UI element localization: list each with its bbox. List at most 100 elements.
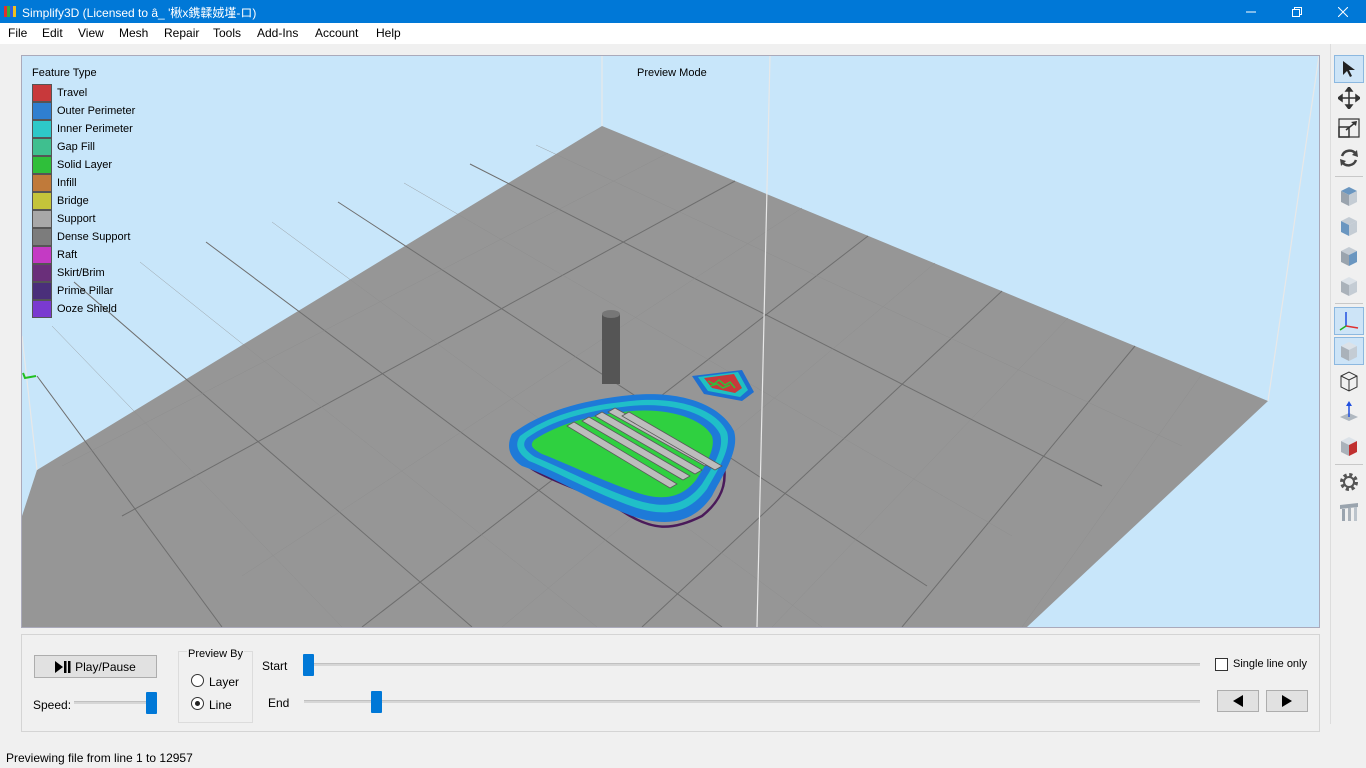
legend-item-outer-perimeter: Outer Perimeter	[32, 102, 152, 120]
solid-view-button[interactable]	[1334, 337, 1364, 365]
legend-item-prime-pillar: Prime Pillar	[32, 282, 152, 300]
legend-label: Dense Support	[57, 231, 131, 243]
feature-type-legend: Travel Outer Perimeter Inner Perimeter G…	[32, 84, 152, 318]
scale-button[interactable]	[1334, 114, 1364, 142]
menu-bar: File Edit View Mesh Repair Tools Add-Ins…	[0, 23, 1366, 44]
preview-by-layer-label: Layer	[209, 675, 240, 689]
window-title: Simplify3D (Licensed to â_ '楸x鎸韖娀墐-ロ)	[22, 6, 257, 20]
legend-swatch	[32, 120, 52, 138]
menu-help[interactable]: Help	[376, 26, 401, 40]
right-toolbar	[1330, 44, 1366, 724]
select-arrow-icon	[1343, 61, 1355, 77]
wireframe-view-button[interactable]	[1334, 367, 1364, 395]
legend-item-solid-layer: Solid Layer	[32, 156, 152, 174]
minimize-button[interactable]	[1228, 0, 1274, 23]
legend-label: Prime Pillar	[57, 285, 114, 297]
speed-slider-track[interactable]	[74, 701, 154, 704]
legend-swatch	[32, 264, 52, 282]
legend-swatch	[32, 282, 52, 300]
arrow-left-icon	[1233, 695, 1243, 707]
legend-item-inner-perimeter: Inner Perimeter	[32, 120, 152, 138]
play-pause-button[interactable]: Play/Pause	[34, 655, 157, 678]
menu-tools[interactable]: Tools	[213, 26, 241, 40]
speed-label: Speed:	[33, 698, 72, 712]
legend-label: Skirt/Brim	[57, 267, 105, 279]
legend-item-support: Support	[32, 210, 152, 228]
preview-by-layer-radio[interactable]	[191, 674, 204, 687]
legend-swatch	[32, 192, 52, 210]
view-top-button[interactable]	[1334, 182, 1364, 210]
move-icon	[1338, 87, 1360, 109]
arrow-right-icon	[1282, 695, 1292, 707]
settings-button[interactable]	[1334, 468, 1364, 496]
start-slider-thumb[interactable]	[303, 654, 314, 676]
legend-label: Inner Perimeter	[57, 123, 133, 135]
legend-label: Infill	[57, 177, 77, 189]
menu-mesh[interactable]: Mesh	[119, 26, 148, 40]
cross-section-icon	[1341, 437, 1357, 456]
start-label: Start	[262, 659, 288, 673]
view-iso-icon	[1341, 277, 1357, 296]
toolbar-separator	[1335, 303, 1363, 304]
step-back-button[interactable]	[1217, 690, 1259, 712]
cross-section-button[interactable]	[1334, 432, 1364, 460]
menu-add-ins[interactable]: Add-Ins	[257, 26, 298, 40]
preview-controls-panel: Play/Pause Speed: Preview By Layer Line …	[21, 634, 1320, 732]
menu-view[interactable]: View	[78, 26, 104, 40]
preview-by-line-label: Line	[209, 698, 232, 712]
supports-button[interactable]	[1334, 498, 1364, 526]
close-icon	[1338, 6, 1348, 17]
preview-viewport[interactable]: Feature Type Preview Mode Travel Outer P…	[21, 55, 1320, 628]
legend-label: Ooze Shield	[57, 303, 117, 315]
legend-label: Bridge	[57, 195, 89, 207]
view-side-button[interactable]	[1334, 242, 1364, 270]
single-line-only-label: Single line only	[1233, 658, 1307, 670]
show-axes-button[interactable]	[1334, 307, 1364, 335]
menu-repair[interactable]: Repair	[164, 26, 199, 40]
menu-account[interactable]: Account	[315, 26, 358, 40]
view-top-icon	[1341, 187, 1357, 206]
legend-swatch	[32, 102, 52, 120]
legend-label: Solid Layer	[57, 159, 113, 171]
preview-by-line-radio[interactable]	[191, 697, 204, 710]
legend-item-raft: Raft	[32, 246, 152, 264]
step-forward-button[interactable]	[1266, 690, 1308, 712]
move-button[interactable]	[1334, 84, 1364, 112]
menu-edit[interactable]: Edit	[42, 26, 63, 40]
menu-file[interactable]: File	[8, 26, 27, 40]
preview-by-group: Preview By Layer Line	[178, 648, 253, 723]
view-iso-button[interactable]	[1334, 272, 1364, 300]
restore-button[interactable]	[1274, 0, 1320, 23]
minimize-icon	[1246, 11, 1256, 12]
app-logo-icon	[4, 6, 16, 17]
solid-cube-icon	[1341, 342, 1357, 361]
rotate-button[interactable]	[1334, 144, 1364, 172]
legend-label: Outer Perimeter	[57, 105, 136, 117]
toolbar-separator	[1335, 464, 1363, 465]
legend-item-skirt-brim: Skirt/Brim	[32, 264, 152, 282]
status-text: Previewing file from line 1 to 12957	[6, 751, 193, 765]
legend-swatch	[32, 84, 52, 102]
view-front-button[interactable]	[1334, 212, 1364, 240]
normals-button[interactable]	[1334, 397, 1364, 425]
axis-marker	[22, 372, 37, 380]
close-button[interactable]	[1320, 0, 1366, 23]
legend-swatch	[32, 246, 52, 264]
legend-swatch	[32, 138, 52, 156]
select-button[interactable]	[1334, 55, 1364, 83]
legend-item-ooze-shield: Ooze Shield	[32, 300, 152, 318]
start-slider-track[interactable]	[304, 663, 1200, 666]
end-slider-thumb[interactable]	[371, 691, 382, 713]
preview-by-title: Preview By	[187, 648, 245, 660]
legend-label: Travel	[57, 87, 88, 99]
speed-slider-thumb[interactable]	[146, 692, 157, 714]
legend-swatch	[32, 174, 52, 192]
legend-label: Support	[57, 213, 96, 225]
settings-gear-icon	[1340, 473, 1358, 491]
legend-title: Feature Type	[32, 67, 97, 79]
build-plate-scene[interactable]	[22, 56, 1319, 627]
play-pause-icon	[55, 660, 71, 673]
end-slider-track[interactable]	[304, 700, 1200, 703]
normals-icon	[1340, 401, 1358, 421]
single-line-only-checkbox[interactable]	[1215, 658, 1228, 671]
